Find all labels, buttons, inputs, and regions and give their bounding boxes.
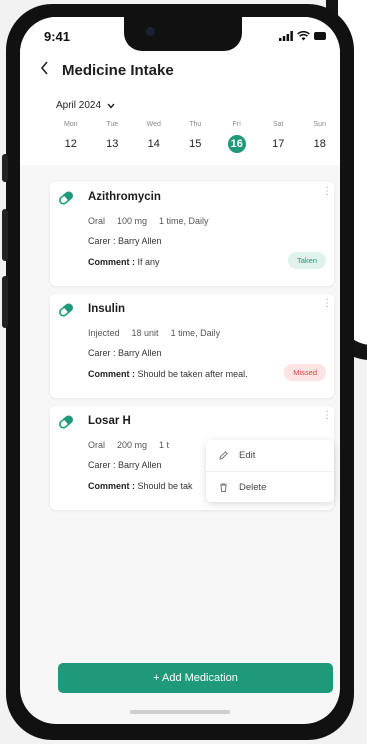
volume-up-button (2, 209, 8, 261)
carer-label: Carer : (88, 236, 116, 246)
carer-value: Barry Allen (118, 460, 162, 470)
comment-value: Should be taken after meal. (137, 369, 248, 379)
month-label: April 2024 (56, 100, 102, 111)
dosage-row: Injected 18 unit 1 time, Daily (88, 328, 220, 338)
day-name: Wed (146, 121, 161, 128)
week-strip: Mon 12 Tue 13 Wed 14 Thu 15 Fri 16 Sat 17 Sun 1… (50, 121, 340, 153)
day-date: 15 (189, 138, 202, 150)
medication-card[interactable]: Insulin ⋮ Injected 18 unit 1 time, Daily C… (50, 294, 334, 398)
delete-label: Delete (239, 481, 267, 493)
camera-icon (146, 27, 155, 36)
day-date-selected: 16 (227, 135, 246, 153)
day-date: 14 (147, 138, 160, 150)
carer-value: Barry Allen (118, 236, 162, 246)
day-date: 17 (272, 138, 285, 150)
medication-name: Azithromycin (88, 191, 161, 203)
carer-row: Carer : Barry Allen (88, 236, 162, 246)
day-tue[interactable]: Tue 13 (92, 121, 134, 153)
status-time: 9:41 (44, 29, 71, 44)
day-wed[interactable]: Wed 14 (133, 121, 175, 153)
header: Medicine Intake (40, 61, 174, 80)
day-sat[interactable]: Sat 17 (258, 121, 300, 153)
comment-label: Comment : (88, 369, 135, 379)
more-vertical-icon[interactable]: ⋮ (322, 299, 332, 309)
phone-frame: 9:41 Medicine Intake April 2024 Mon 12 T… (2, 4, 354, 740)
day-date: 13 (106, 138, 119, 150)
day-name: Thu (189, 121, 202, 128)
notch (124, 17, 242, 51)
more-vertical-icon[interactable]: ⋮ (322, 411, 332, 421)
volume-down-button (2, 276, 8, 328)
comment-row: Comment : Should be tak (88, 481, 193, 491)
comment-label: Comment : (88, 481, 135, 491)
home-indicator (130, 710, 230, 714)
medication-name: Losar H (88, 415, 131, 427)
stage: 9:41 Medicine Intake April 2024 Mon 12 T… (0, 0, 367, 744)
comment-label: Comment : (88, 257, 135, 267)
frequency: 1 time, Daily (159, 216, 209, 226)
day-sun[interactable]: Sun 18 (299, 121, 340, 153)
carer-value: Barry Allen (118, 348, 162, 358)
medication-card[interactable]: Azithromycin ⋮ Oral 100 mg 1 time, Daily C… (50, 182, 334, 286)
day-name: Sat (272, 121, 284, 128)
day-name: Sun (313, 121, 326, 128)
comment-row: Comment : Should be taken after meal. (88, 369, 248, 379)
pill-icon (59, 415, 73, 429)
trash-icon (220, 483, 227, 492)
comment-value: If any (137, 257, 160, 267)
pill-icon (59, 303, 73, 317)
dose: 18 unit (131, 328, 159, 338)
day-fri[interactable]: Fri 16 (216, 121, 258, 153)
screen: 9:41 Medicine Intake April 2024 Mon 12 T… (20, 17, 340, 724)
route: Injected (88, 328, 120, 338)
menu-item-edit[interactable]: Edit (206, 440, 334, 471)
context-menu: Edit Delete (206, 440, 334, 502)
pill-icon (59, 191, 73, 205)
dosage-row: Oral 200 mg 1 t (88, 440, 169, 450)
frequency: 1 t (159, 440, 170, 450)
battery-icon (314, 32, 326, 40)
carer-row: Carer : Barry Allen (88, 460, 162, 470)
add-medication-button[interactable]: + Add Medication (58, 663, 333, 693)
pencil-icon (219, 451, 228, 460)
status-badge: Missed (284, 364, 326, 381)
dosage-row: Oral 100 mg 1 time, Daily (88, 216, 209, 226)
day-mon[interactable]: Mon 12 (50, 121, 92, 153)
wifi-icon (297, 31, 310, 41)
month-selector[interactable]: April 2024 (56, 100, 115, 111)
mute-switch (2, 154, 8, 182)
route: Oral (88, 440, 106, 450)
status-badge: Taken (287, 252, 326, 269)
comment-value: Should be tak (137, 481, 193, 491)
day-date: 12 (64, 138, 77, 150)
back-chevron-icon[interactable] (40, 61, 52, 80)
medication-name: Insulin (88, 303, 126, 315)
route: Oral (88, 216, 106, 226)
comment-row: Comment : If any (88, 257, 160, 267)
page-title: Medicine Intake (62, 62, 174, 79)
dose: 100 mg (117, 216, 148, 226)
chevron-down-icon (107, 103, 115, 109)
carer-label: Carer : (88, 348, 116, 358)
day-name: Mon (63, 121, 78, 128)
edit-label: Edit (239, 450, 256, 461)
signal-icon (279, 31, 293, 41)
carer-row: Carer : Barry Allen (88, 348, 162, 358)
day-name: Tue (106, 121, 119, 128)
dose: 200 mg (117, 440, 148, 450)
carer-label: Carer : (88, 460, 116, 470)
frequency: 1 time, Daily (170, 328, 221, 338)
day-date: 18 (313, 138, 326, 150)
more-vertical-icon[interactable]: ⋮ (322, 187, 332, 197)
day-name: Fri (232, 121, 241, 128)
menu-item-delete[interactable]: Delete (206, 471, 334, 502)
day-thu[interactable]: Thu 15 (175, 121, 217, 153)
